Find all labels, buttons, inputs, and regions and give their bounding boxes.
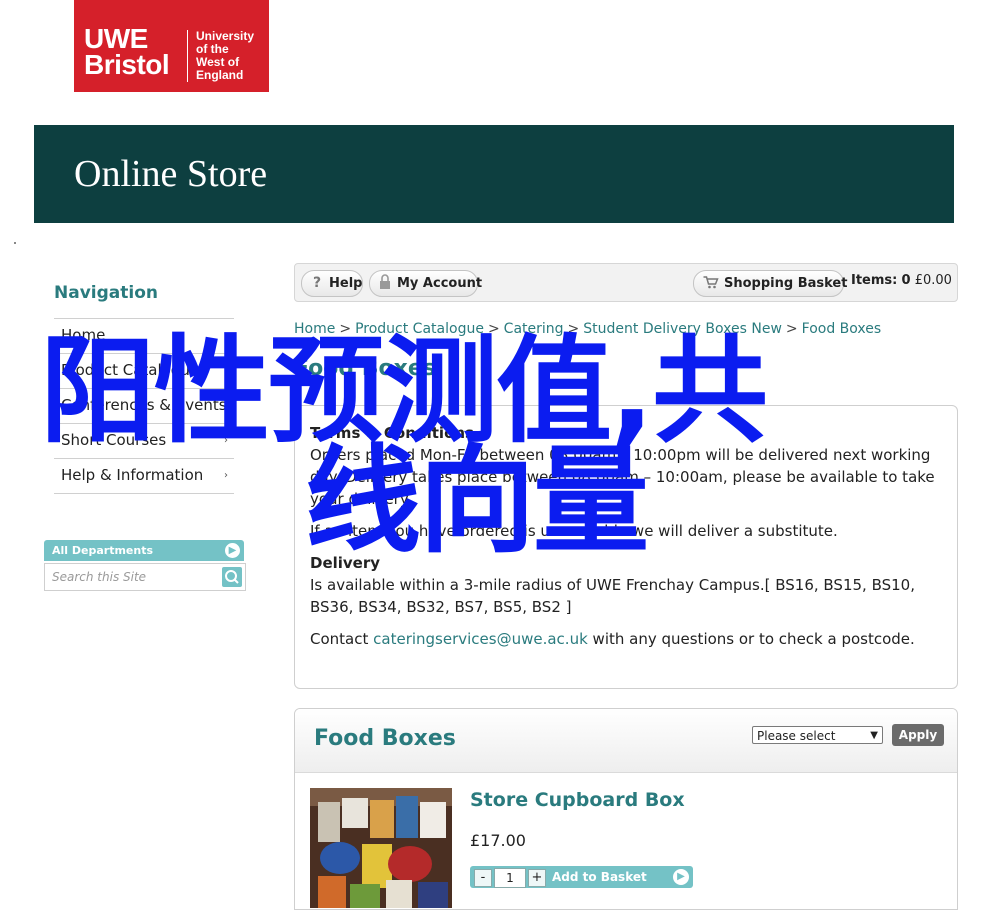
- apply-button[interactable]: Apply: [892, 724, 944, 746]
- product-image[interactable]: [310, 788, 452, 908]
- arrow-right-icon: ▶: [673, 869, 689, 885]
- listing-header: Food Boxes Please select ▼ Apply: [295, 709, 957, 773]
- product-listing-panel: Food Boxes Please select ▼ Apply Store Cu…: [294, 708, 958, 910]
- overlay-text: 阳性预测值,共 线向量: [40, 327, 940, 567]
- svg-text:?: ?: [313, 275, 321, 289]
- lock-icon: [380, 274, 390, 289]
- decorative-dot: [14, 242, 16, 244]
- help-icon: ?: [313, 275, 321, 289]
- logo-wordmark: UWE Bristol: [84, 23, 170, 80]
- contact-email-link[interactable]: cateringservices@uwe.ac.uk: [373, 630, 588, 648]
- contact-paragraph: Contact cateringservices@uwe.ac.uk with …: [310, 630, 915, 648]
- quantity-decrease-button[interactable]: -: [474, 869, 492, 887]
- store-title: Online Store: [74, 153, 268, 195]
- store-toolbar: ? Help My Account Shopping Basket Items: …: [294, 263, 958, 302]
- my-account-button[interactable]: My Account: [369, 270, 482, 297]
- search-button[interactable]: [222, 567, 242, 587]
- uwe-logo[interactable]: UWE Bristol University of the West of En…: [74, 0, 269, 92]
- search-icon: [225, 570, 239, 584]
- shopping-basket-button[interactable]: Shopping Basket: [693, 270, 847, 297]
- quantity-input[interactable]: 1: [494, 868, 526, 888]
- store-banner: Online Store: [34, 125, 954, 223]
- add-to-basket-bar: - 1 + Add to Basket ▶: [470, 866, 693, 888]
- search-input[interactable]: Search this Site: [44, 563, 246, 591]
- logo-divider: [187, 30, 188, 82]
- delivery-paragraph: Is available within a 3-mile radius of U…: [310, 576, 915, 616]
- quantity-increase-button[interactable]: +: [528, 869, 546, 887]
- chevron-down-icon: ▼: [870, 730, 878, 741]
- basket-icon: [703, 276, 719, 289]
- basket-summary: Items: 0 £0.00: [851, 273, 952, 288]
- logo-university-name: University of the West of England: [196, 29, 255, 82]
- add-to-basket-button[interactable]: Add to Basket: [552, 866, 647, 888]
- store-cupboard-box-image: [310, 788, 452, 908]
- navigation-heading: Navigation: [54, 283, 158, 303]
- help-button[interactable]: ? Help: [301, 270, 363, 297]
- product-price: £17.00: [470, 831, 526, 850]
- listing-title: Food Boxes: [314, 726, 456, 751]
- sort-select[interactable]: Please select ▼: [752, 726, 883, 744]
- product-name[interactable]: Store Cupboard Box: [470, 789, 685, 811]
